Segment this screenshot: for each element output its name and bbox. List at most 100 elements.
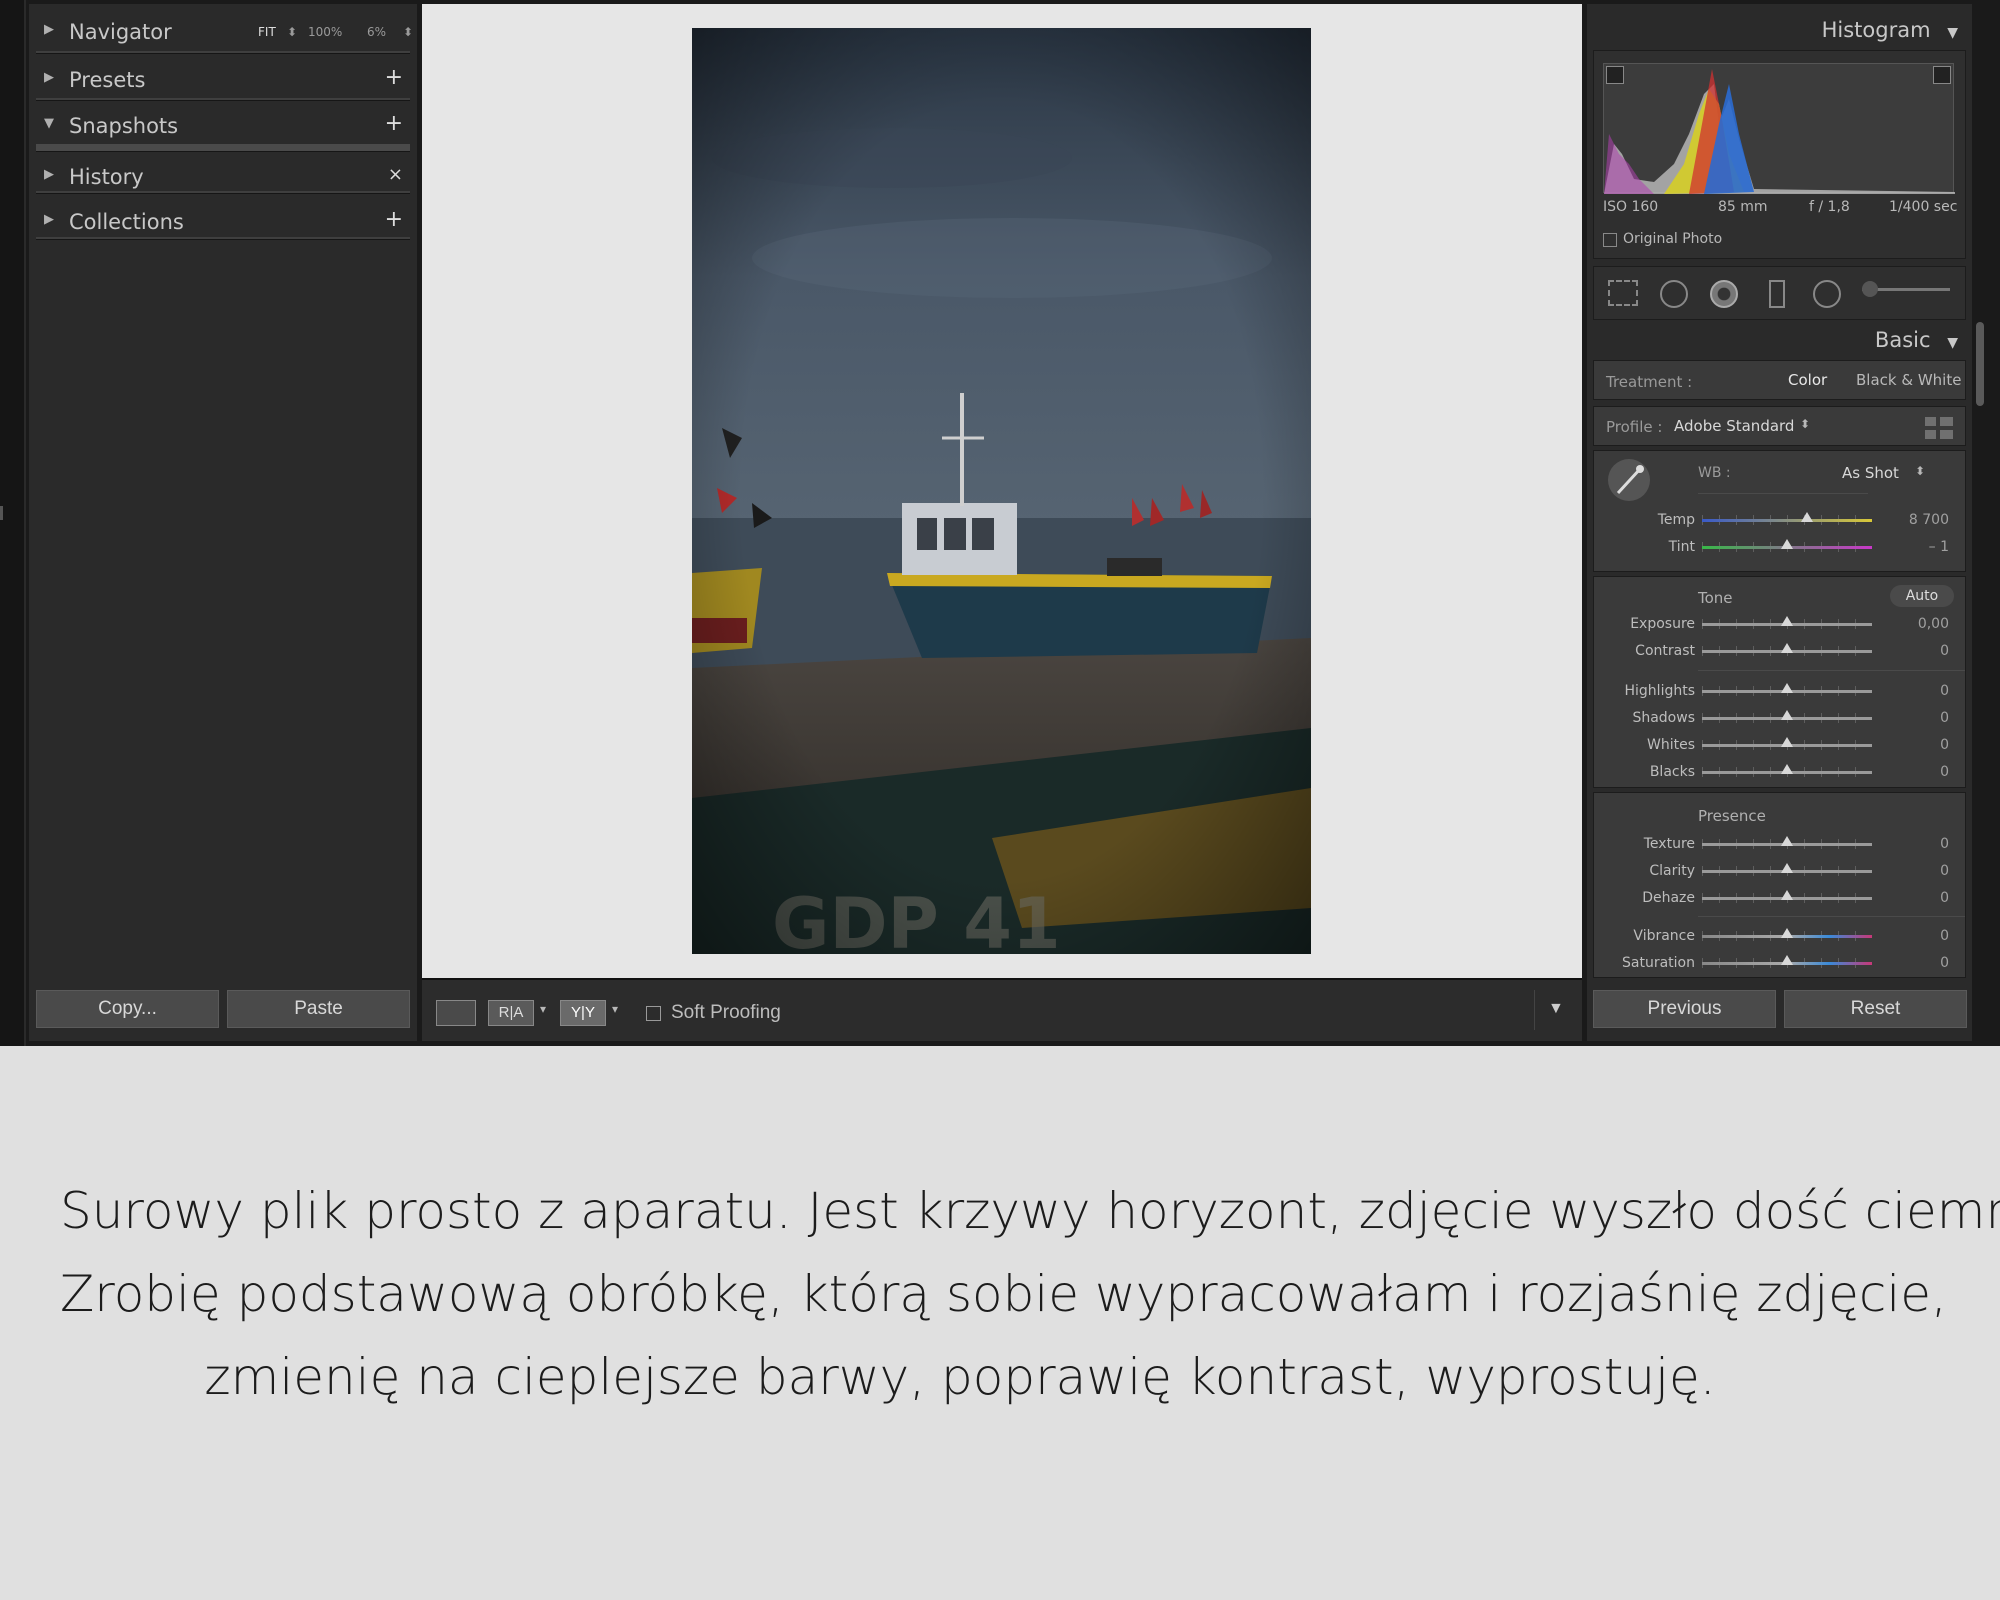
- close-icon[interactable]: ×: [388, 164, 403, 185]
- temp-thumb[interactable]: [1801, 512, 1814, 522]
- auto-tone-button[interactable]: Auto: [1890, 585, 1954, 607]
- radial-filter-icon[interactable]: [1813, 280, 1841, 308]
- temp-track[interactable]: [1702, 519, 1872, 522]
- whites-slider[interactable]: Whites 0: [1594, 732, 1967, 758]
- texture-value[interactable]: 0: [1940, 836, 1949, 852]
- exposure-value[interactable]: 0,00: [1918, 616, 1949, 632]
- panel-grip[interactable]: [0, 506, 3, 520]
- presets-label: Presets: [69, 68, 146, 92]
- left-panel: ▶ Navigator FIT ⬍ 100% 6% ⬍ ▶ Presets + …: [29, 4, 417, 1041]
- histogram-header[interactable]: Histogram ▼: [1822, 18, 1958, 42]
- toolbar-menu-dropdown-icon[interactable]: ▼: [1548, 1000, 1564, 1018]
- right-panel-scrollbar[interactable]: [1976, 322, 1984, 406]
- exposure-thumb[interactable]: [1781, 616, 1793, 626]
- contrast-value[interactable]: 0: [1940, 643, 1949, 659]
- blacks-thumb[interactable]: [1781, 764, 1793, 774]
- dehaze-thumb[interactable]: [1781, 890, 1793, 900]
- treatment-bw-option[interactable]: Black & White: [1856, 371, 1961, 389]
- shadows-thumb[interactable]: [1781, 710, 1793, 720]
- saturation-thumb[interactable]: [1781, 955, 1793, 965]
- redeye-icon[interactable]: [1710, 280, 1738, 308]
- vibrance-value[interactable]: 0: [1940, 928, 1949, 944]
- eyedropper-icon[interactable]: [1608, 459, 1650, 501]
- dropdown-icon[interactable]: ▾: [540, 1002, 546, 1016]
- zoom-fit-option[interactable]: FIT: [258, 25, 276, 39]
- zoom-100-option[interactable]: 100%: [308, 25, 342, 39]
- collections-header[interactable]: ▶ Collections +: [36, 200, 409, 242]
- divider: [36, 98, 410, 101]
- blacks-value[interactable]: 0: [1940, 764, 1949, 780]
- copy-button[interactable]: Copy...: [36, 990, 219, 1028]
- snapshots-header[interactable]: ▼ Snapshots +: [36, 104, 409, 146]
- tint-value[interactable]: – 1: [1929, 539, 1949, 555]
- clarity-value[interactable]: 0: [1940, 863, 1949, 879]
- arrow-down-icon: ▼: [1947, 335, 1958, 351]
- toolbar: R|A ▾ Y|Y ▾ Soft Proofing ▼: [422, 978, 1582, 1041]
- before-after-ra-button[interactable]: R|A: [488, 1000, 534, 1026]
- exposure-label: Exposure: [1630, 616, 1695, 632]
- basic-header[interactable]: Basic ▼: [1875, 328, 1958, 352]
- divider: [36, 237, 410, 240]
- caption-line-2: Zrobię podstawową obróbkę, którą sobie w…: [60, 1265, 1947, 1323]
- tint-slider[interactable]: Tint – 1: [1594, 534, 1967, 560]
- whites-value[interactable]: 0: [1940, 737, 1949, 753]
- saturation-value[interactable]: 0: [1940, 955, 1949, 971]
- zoom-6-option[interactable]: 6%: [367, 25, 386, 39]
- contrast-slider[interactable]: Contrast 0: [1594, 638, 1967, 664]
- navigator-header[interactable]: ▶ Navigator FIT ⬍ 100% 6% ⬍: [36, 10, 413, 52]
- previous-button[interactable]: Previous: [1593, 990, 1776, 1028]
- presets-header[interactable]: ▶ Presets +: [36, 58, 409, 100]
- soft-proofing-label: Soft Proofing: [671, 1002, 781, 1023]
- temp-slider[interactable]: Temp 8 700: [1594, 507, 1967, 533]
- whites-thumb[interactable]: [1781, 737, 1793, 747]
- shadows-slider[interactable]: Shadows 0: [1594, 705, 1967, 731]
- highlights-value[interactable]: 0: [1940, 683, 1949, 699]
- vibrance-thumb[interactable]: [1781, 928, 1793, 938]
- highlights-thumb[interactable]: [1781, 683, 1793, 693]
- presence-label: Presence: [1698, 807, 1766, 825]
- dropdown-icon[interactable]: ▾: [612, 1002, 618, 1016]
- add-collection-button[interactable]: +: [385, 207, 403, 232]
- arrow-right-icon: ▶: [44, 212, 54, 227]
- dehaze-value[interactable]: 0: [1940, 890, 1949, 906]
- grid-icon[interactable]: [1925, 417, 1953, 439]
- crop-icon[interactable]: [1608, 280, 1638, 306]
- contrast-thumb[interactable]: [1781, 643, 1793, 653]
- clarity-slider[interactable]: Clarity 0: [1594, 858, 1967, 884]
- shadows-label: Shadows: [1632, 710, 1695, 726]
- clarity-thumb[interactable]: [1781, 863, 1793, 873]
- exposure-slider[interactable]: Exposure 0,00: [1594, 611, 1967, 637]
- add-preset-button[interactable]: +: [385, 65, 403, 90]
- highlights-slider[interactable]: Highlights 0: [1594, 678, 1967, 704]
- shadow-clipping-toggle[interactable]: [1606, 66, 1624, 84]
- texture-slider[interactable]: Texture 0: [1594, 831, 1967, 857]
- graduated-filter-icon[interactable]: [1769, 280, 1785, 308]
- dehaze-slider[interactable]: Dehaze 0: [1594, 885, 1967, 911]
- wb-select[interactable]: As Shot: [1842, 464, 1899, 482]
- paste-button[interactable]: Paste: [227, 990, 410, 1028]
- arrow-down-icon: ▼: [44, 116, 54, 131]
- vibrance-slider[interactable]: Vibrance 0: [1594, 923, 1967, 949]
- texture-thumb[interactable]: [1781, 836, 1793, 846]
- profile-select[interactable]: Adobe Standard: [1674, 417, 1794, 435]
- saturation-slider[interactable]: Saturation 0: [1594, 950, 1967, 976]
- temp-label: Temp: [1657, 512, 1695, 528]
- photo-preview[interactable]: GDP 41: [692, 28, 1311, 954]
- blacks-slider[interactable]: Blacks 0: [1594, 759, 1967, 785]
- before-after-yy-button[interactable]: Y|Y: [560, 1000, 606, 1026]
- clarity-label: Clarity: [1649, 863, 1695, 879]
- reset-button[interactable]: Reset: [1784, 990, 1967, 1028]
- spot-removal-icon[interactable]: [1660, 280, 1688, 308]
- original-photo-checkbox[interactable]: [1603, 233, 1617, 247]
- treatment-color-option[interactable]: Color: [1788, 371, 1827, 389]
- shadows-value[interactable]: 0: [1940, 710, 1949, 726]
- highlight-clipping-toggle[interactable]: [1933, 66, 1951, 84]
- histogram-graph: [1603, 63, 1955, 194]
- lightroom-window: ▶ Navigator FIT ⬍ 100% 6% ⬍ ▶ Presets + …: [0, 0, 2000, 1046]
- focal-length-readout: 85 mm: [1718, 199, 1768, 215]
- temp-value[interactable]: 8 700: [1909, 512, 1949, 528]
- add-snapshot-button[interactable]: +: [385, 111, 403, 136]
- soft-proofing-checkbox[interactable]: [646, 1006, 661, 1021]
- tint-thumb[interactable]: [1781, 539, 1793, 549]
- loupe-view-icon[interactable]: [436, 1000, 476, 1026]
